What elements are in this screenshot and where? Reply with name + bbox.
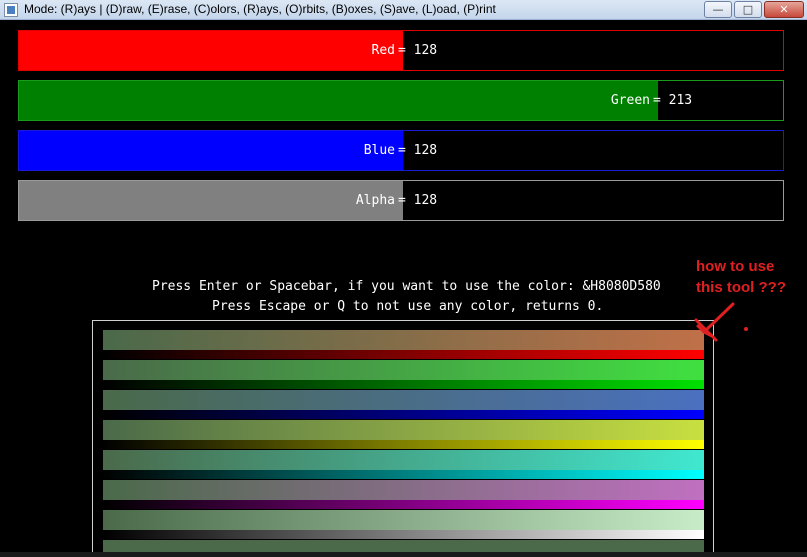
palette-row-strip[interactable] bbox=[103, 530, 704, 539]
red-channel-value: = 128 bbox=[398, 43, 438, 58]
palette-row-gradient[interactable] bbox=[103, 420, 704, 440]
instruction-accept: Press Enter or Spacebar, if you want to … bbox=[152, 279, 661, 294]
annotation-arrow-icon bbox=[694, 302, 748, 342]
palette-row[interactable] bbox=[103, 330, 704, 359]
app-icon bbox=[4, 3, 18, 17]
title-bar: Mode: (R)ays | (D)raw, (E)rase, (C)olors… bbox=[0, 0, 807, 20]
maximize-button[interactable]: □ bbox=[734, 1, 762, 18]
palette-row[interactable] bbox=[103, 510, 704, 539]
green-channel-fill bbox=[19, 81, 658, 120]
palette-row-gradient[interactable] bbox=[103, 510, 704, 530]
palette-row-strip[interactable] bbox=[103, 380, 704, 389]
palette-row[interactable] bbox=[103, 420, 704, 449]
alpha-channel-label: Alpha bbox=[355, 193, 395, 208]
close-button[interactable]: ✕ bbox=[764, 1, 804, 18]
palette-row-strip[interactable] bbox=[103, 500, 704, 509]
minimize-button[interactable]: — bbox=[704, 1, 732, 18]
annotation-line-1: how to use bbox=[696, 258, 775, 275]
palette-row-strip[interactable] bbox=[103, 410, 704, 419]
palette-row[interactable] bbox=[103, 450, 704, 479]
palette-row[interactable] bbox=[103, 390, 704, 419]
palette-row-gradient[interactable] bbox=[103, 390, 704, 410]
palette-row-strip[interactable] bbox=[103, 440, 704, 449]
window-title: Mode: (R)ays | (D)raw, (E)rase, (C)olors… bbox=[24, 2, 496, 16]
taskbar-edge bbox=[0, 552, 807, 557]
blue-channel-label: Blue bbox=[363, 143, 395, 158]
instruction-cancel: Press Escape or Q to not use any color, … bbox=[212, 299, 604, 314]
alpha-channel-fill bbox=[19, 181, 403, 220]
color-palette[interactable] bbox=[92, 320, 714, 557]
palette-row-gradient[interactable] bbox=[103, 480, 704, 500]
palette-row-gradient[interactable] bbox=[103, 360, 704, 380]
red-channel-bar[interactable]: Red = 128 bbox=[18, 30, 784, 71]
blue-channel-fill bbox=[19, 131, 403, 170]
red-channel-label: Red bbox=[371, 43, 395, 58]
annotation-line-2: this tool ??? bbox=[696, 279, 786, 296]
blue-channel-value: = 128 bbox=[398, 143, 438, 158]
palette-row[interactable] bbox=[103, 360, 704, 389]
green-channel-label: Green bbox=[610, 93, 650, 108]
green-channel-value: = 213 bbox=[653, 93, 693, 108]
alpha-channel-value: = 128 bbox=[398, 193, 438, 208]
green-channel-bar[interactable]: Green = 213 bbox=[18, 80, 784, 121]
palette-row[interactable] bbox=[103, 480, 704, 509]
red-channel-fill bbox=[19, 31, 403, 70]
palette-row-strip[interactable] bbox=[103, 470, 704, 479]
palette-row-gradient[interactable] bbox=[103, 450, 704, 470]
palette-row-strip[interactable] bbox=[103, 350, 704, 359]
blue-channel-bar[interactable]: Blue = 128 bbox=[18, 130, 784, 171]
alpha-channel-bar[interactable]: Alpha = 128 bbox=[18, 180, 784, 221]
palette-row-gradient[interactable] bbox=[103, 330, 704, 350]
